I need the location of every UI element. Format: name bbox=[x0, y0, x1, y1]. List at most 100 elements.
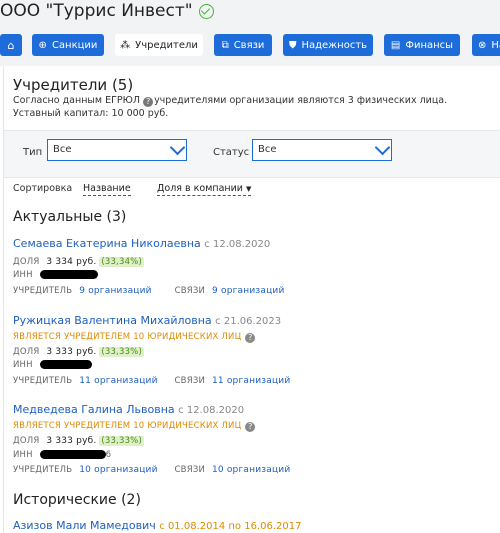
share-label: ДОЛЯ bbox=[13, 347, 40, 357]
sort-by-share[interactable]: Доля в компании ▼ bbox=[157, 183, 252, 196]
share-percent-badge: (33,34%) bbox=[99, 257, 144, 267]
founder-name-link[interactable]: Азизов Мали Мамедович bbox=[13, 519, 156, 532]
share-label: ДОЛЯ bbox=[13, 436, 40, 446]
inn-row: ИНН 6 bbox=[13, 450, 111, 460]
type-filter-value: Все bbox=[53, 144, 72, 155]
sort-label: Сортировка bbox=[13, 183, 73, 194]
inn-label: ИНН bbox=[13, 450, 33, 460]
founder-row: Семаева Екатерина Николаевна с 12.08.202… bbox=[13, 237, 270, 250]
relations-row: УЧРЕДИТЕЛЬ 10 организаций СВЯЗИ 10 орган… bbox=[13, 465, 290, 475]
tab-reliability[interactable]: ⛊ Надежность bbox=[283, 34, 373, 56]
home-icon: ⌂ bbox=[7, 38, 15, 52]
people-icon: ⁂ bbox=[120, 39, 131, 51]
share-percent-badge: (33,33%) bbox=[99, 436, 144, 446]
founder-of-link[interactable]: 10 организаций bbox=[79, 465, 157, 475]
links-icon: ⧉ bbox=[221, 39, 229, 51]
founder-name-link[interactable]: Семаева Екатерина Николаевна bbox=[13, 237, 201, 250]
founder-of-link[interactable]: 9 организаций bbox=[79, 286, 152, 296]
chevron-down-icon bbox=[171, 143, 183, 155]
redacted-inn bbox=[39, 360, 92, 369]
share-amount: 3 333 руб. bbox=[46, 436, 97, 446]
founder-since: с 12.08.2020 bbox=[204, 239, 271, 250]
caret-down-icon: ▼ bbox=[245, 185, 252, 193]
links-label: СВЯЗИ bbox=[174, 286, 206, 296]
help-icon[interactable]: ? bbox=[143, 97, 154, 107]
cross-icon: ⊗ bbox=[478, 39, 487, 51]
chart-icon: ▤ bbox=[390, 39, 401, 51]
status-filter-value: Все bbox=[258, 144, 277, 155]
company-header: ООО "Туррис Инвест" ⌂ ⊕ Санкции ⁂ Учреди… bbox=[0, 0, 500, 66]
status-filter-select[interactable]: Все bbox=[252, 139, 392, 161]
share-percent-badge: (33,33%) bbox=[99, 347, 144, 357]
inn-label: ИНН bbox=[13, 270, 33, 280]
tab-reliability-label: Надежность bbox=[301, 39, 368, 51]
relations-row: УЧРЕДИТЕЛЬ 11 организаций СВЯЗИ 11 орган… bbox=[13, 376, 290, 386]
help-icon[interactable]: ? bbox=[245, 422, 256, 432]
share-row: ДОЛЯ 3 333 руб. (33,33%) bbox=[13, 347, 144, 357]
founder-of-label: УЧРЕДИТЕЛЬ bbox=[13, 465, 73, 475]
egrul-text-pre: Согласно данным ЕГРЮЛ bbox=[13, 95, 141, 106]
founder-row: Ружицкая Валентина Михайловна с 21.06.20… bbox=[13, 314, 281, 327]
share-amount: 3 333 руб. bbox=[46, 347, 97, 357]
shield-icon: ⛊ bbox=[288, 39, 297, 51]
share-row: ДОЛЯ 3 333 руб. (33,33%) bbox=[13, 436, 144, 446]
tab-sanctions-label: Санкции bbox=[51, 39, 98, 51]
founder-since: с 21.06.2023 bbox=[215, 316, 282, 327]
links-link[interactable]: 10 организаций bbox=[212, 465, 290, 475]
tab-finance[interactable]: ▤ Финансы bbox=[384, 34, 460, 56]
warning-text: ЯВЛЯЕТСЯ УЧРЕДИТЕЛЕМ 10 ЮРИДИЧЕСКИХ ЛИЦ bbox=[13, 332, 242, 342]
relations-row: УЧРЕДИТЕЛЬ 9 организаций СВЯЗИ 9 организ… bbox=[13, 286, 285, 296]
founder-warning: ЯВЛЯЕТСЯ УЧРЕДИТЕЛЕМ 10 ЮРИДИЧЕСКИХ ЛИЦ? bbox=[13, 332, 256, 343]
egrul-note: Согласно данным ЕГРЮЛ ? учредителями орга… bbox=[13, 95, 447, 107]
founder-since: с 12.08.2020 bbox=[178, 405, 245, 416]
tab-founders-label: Учредители bbox=[135, 39, 198, 51]
tab-founders[interactable]: ⁂ Учредители bbox=[115, 34, 203, 56]
warning-text: ЯВЛЯЕТСЯ УЧРЕДИТЕЛЕМ 10 ЮРИДИЧЕСКИХ ЛИЦ bbox=[13, 421, 242, 431]
founder-row: Медведева Галина Львовна с 12.08.2020 bbox=[13, 403, 244, 416]
links-link[interactable]: 11 организаций bbox=[212, 376, 290, 386]
redacted-inn bbox=[39, 450, 106, 459]
redacted-inn bbox=[39, 270, 98, 279]
tab-sanctions[interactable]: ⊕ Санкции bbox=[32, 34, 104, 56]
share-row: ДОЛЯ 3 334 руб. (33,34%) bbox=[13, 257, 144, 267]
verified-check-icon bbox=[198, 3, 214, 19]
page-title: Учредители (5) bbox=[13, 76, 134, 94]
help-icon[interactable]: ? bbox=[245, 333, 256, 343]
type-filter-label: Тип bbox=[23, 147, 43, 158]
sort-by-name[interactable]: Название bbox=[83, 183, 131, 196]
founder-name-link[interactable]: Медведева Галина Львовна bbox=[13, 403, 175, 416]
inn-row: ИНН bbox=[13, 360, 92, 370]
tab-finance-label: Финансы bbox=[405, 39, 454, 51]
founder-name-link[interactable]: Ружицкая Валентина Михайловна bbox=[13, 314, 212, 327]
current-section-title: Актуальные (3) bbox=[13, 209, 127, 225]
links-label: СВЯЗИ bbox=[174, 465, 206, 475]
founder-of-label: УЧРЕДИТЕЛЬ bbox=[13, 286, 73, 296]
founder-of-link[interactable]: 11 организаций bbox=[79, 376, 157, 386]
historical-founder-row: Азизов Мали Мамедович с 01.08.2014 по 16… bbox=[13, 519, 301, 532]
historical-section-title: Исторические (2) bbox=[13, 492, 141, 508]
share-amount: 3 334 руб. bbox=[46, 257, 97, 267]
company-name: ООО "Туррис Инвест" bbox=[0, 1, 193, 21]
egrul-text-post: учредителями организации являются 3 физи… bbox=[154, 95, 448, 106]
chevron-down-icon bbox=[376, 143, 388, 155]
status-filter-label: Статус bbox=[213, 147, 250, 158]
section-tabs: ⌂ ⊕ Санкции ⁂ Учредители ⧉ Связи ⛊ Надеж… bbox=[0, 34, 500, 56]
globe-icon: ⊕ bbox=[38, 39, 47, 51]
share-label: ДОЛЯ bbox=[13, 257, 40, 267]
tab-links[interactable]: ⧉ Связи bbox=[214, 34, 272, 56]
inn-row: ИНН bbox=[13, 270, 98, 280]
sort-by-share-label: Доля в компании bbox=[157, 183, 243, 194]
filter-bar: Тип Все Статус Все bbox=[4, 130, 500, 178]
founder-period: с 01.08.2014 по 16.06.2017 bbox=[159, 521, 302, 532]
type-filter-select[interactable]: Все bbox=[47, 139, 187, 161]
capital-note: Уставный капитал: 10 000 руб. bbox=[13, 108, 169, 119]
tab-home[interactable]: ⌂ bbox=[0, 34, 22, 56]
inn-label: ИНН bbox=[13, 360, 33, 370]
tab-more-label: На bbox=[491, 39, 500, 51]
tab-links-label: Связи bbox=[233, 39, 265, 51]
inn-tail: 6 bbox=[105, 450, 112, 460]
founders-panel: Учредители (5) Согласно данным ЕГРЮЛ ? уч… bbox=[3, 66, 500, 533]
links-label: СВЯЗИ bbox=[174, 376, 206, 386]
tab-more[interactable]: ⊗ На bbox=[472, 34, 500, 56]
links-link[interactable]: 9 организаций bbox=[212, 286, 285, 296]
